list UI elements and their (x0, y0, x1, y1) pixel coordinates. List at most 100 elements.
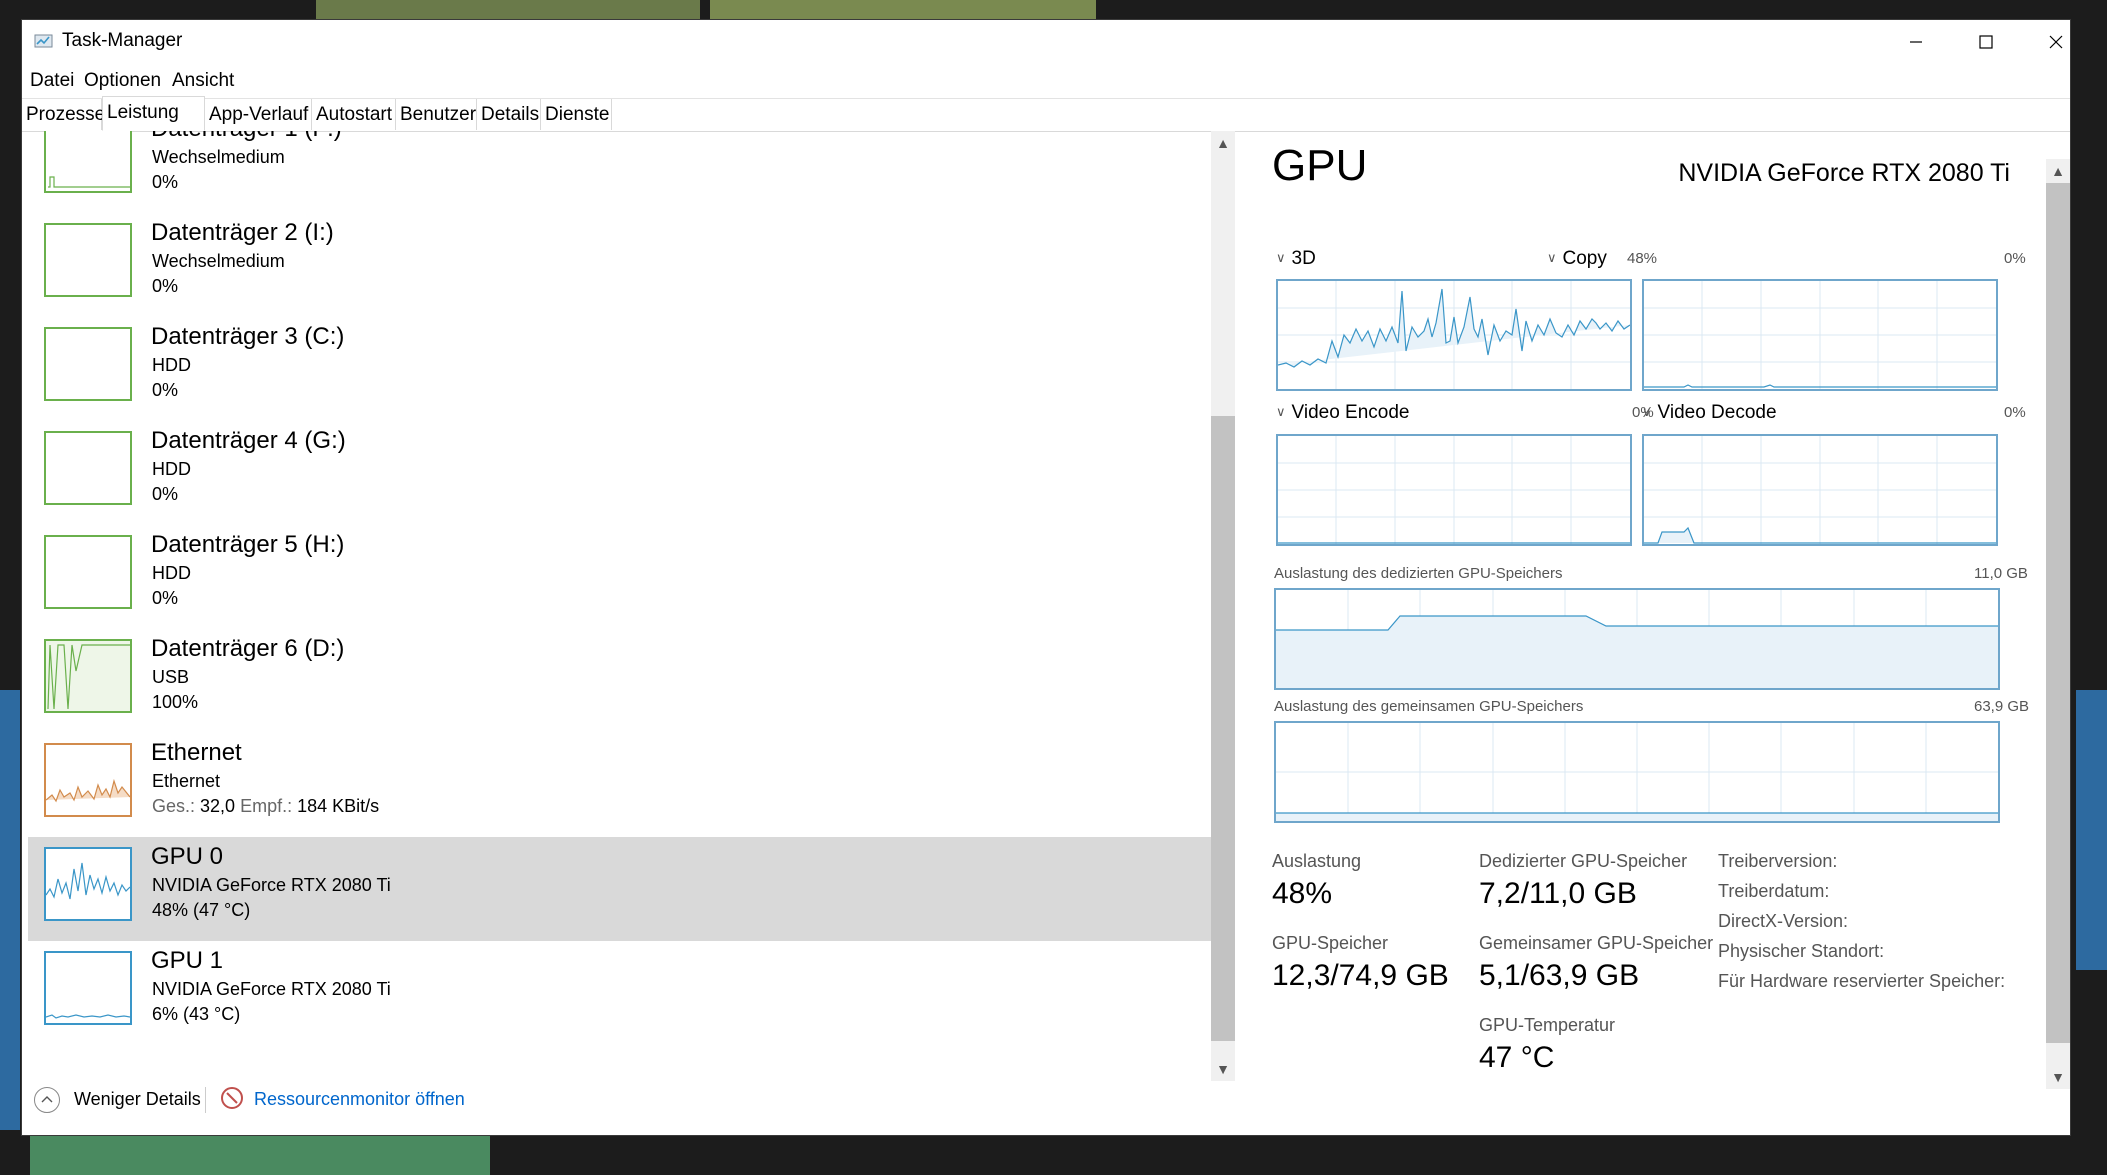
hardware-reserved-memory-label: Für Hardware reservierter Speicher: (1718, 971, 2006, 991)
engine-copy-label[interactable]: ∨ Copy (1547, 248, 1607, 270)
engine-video-encode-graph (1276, 434, 1632, 546)
dedicated-memory-graph (1274, 588, 2000, 690)
background-image-2 (710, 0, 1096, 20)
device-type: HDD (152, 563, 191, 583)
menu-datei[interactable]: Datei (30, 70, 74, 92)
gpu-temperature-value: 47 °C (1479, 1041, 1555, 1074)
close-icon (2049, 35, 2063, 49)
chevron-down-icon: ∨ (1642, 404, 1652, 419)
gpu-panel-scrollbar[interactable]: ▲ ▼ (2046, 159, 2070, 1089)
device-usage: Ges.: 32,0 Empf.: 184 KBit/s (152, 796, 379, 817)
device-disk-5[interactable]: Datenträger 5 (H:) HDD 0% (28, 525, 1212, 629)
device-name: Datenträger 3 (C:) (151, 323, 345, 350)
sent-label: Ges.: (152, 796, 196, 816)
device-gpu-0[interactable]: GPU 0 NVIDIA GeForce RTX 2080 Ti 48% (47… (28, 837, 1212, 941)
menu-ansicht[interactable]: Ansicht (172, 70, 234, 92)
device-disk-6[interactable]: Datenträger 6 (D:) USB 100% (28, 629, 1212, 733)
engine-3d-graph (1276, 279, 1632, 391)
tab-autostart[interactable]: Autostart (312, 99, 396, 130)
gpu-panel-scroll-thumb[interactable] (2046, 183, 2070, 1043)
dedicated-memory-value: 7,2/11,0 GB (1479, 877, 1637, 910)
tab-benutzer[interactable]: Benutzer (396, 99, 477, 130)
shared-memory-label: Gemeinsamer GPU-Speicher (1479, 933, 1714, 953)
tab-dienste[interactable]: Dienste (541, 99, 612, 130)
scroll-up-arrow-icon[interactable]: ▲ (1211, 131, 1235, 155)
device-name: GPU 1 (151, 947, 224, 974)
device-list-scrollbar[interactable]: ▲ ▼ (1211, 131, 1235, 1081)
fewer-details-button[interactable]: Weniger Details (74, 1089, 201, 1110)
background-timeline (30, 1135, 490, 1175)
footer-bar: Weniger Details Ressourcenmonitor öffnen (22, 1075, 1238, 1125)
dedicated-memory-label: Dedizierter GPU-Speicher (1479, 851, 1688, 871)
device-name: Datenträger 1 (F:) (151, 131, 342, 143)
gpu-temperature-label: GPU-Temperatur (1479, 1015, 1616, 1035)
footer-divider (205, 1087, 206, 1113)
background-image-1 (316, 0, 700, 20)
disk-4-thumbnail (44, 431, 132, 505)
resource-monitor-icon (221, 1087, 243, 1109)
gpu-memory-label: GPU-Speicher (1272, 933, 1389, 953)
device-name: Datenträger 4 (G:) (151, 427, 346, 454)
device-list: Datenträger 1 (F:) Wechselmedium 0% Date… (22, 131, 1238, 1081)
engine-copy-percent: 0% (2004, 250, 2026, 267)
device-disk-2[interactable]: Datenträger 2 (I:) Wechselmedium 0% (28, 213, 1212, 317)
engine-video-encode-label[interactable]: ∨ Video Encode (1276, 402, 1410, 424)
received-label: Empf.: (240, 796, 293, 816)
open-resource-monitor-link[interactable]: Ressourcenmonitor öffnen (254, 1089, 465, 1110)
window-title: Task-Manager (62, 30, 183, 51)
task-manager-window: Task-Manager Datei Optionen Ansicht Proz… (22, 20, 2070, 1135)
device-disk-4[interactable]: Datenträger 4 (G:) HDD 0% (28, 421, 1212, 525)
engine-video-decode-label[interactable]: ∨ Video Decode (1642, 402, 1777, 424)
tab-bar: Prozesse Leistung App-Verlauf Autostart … (22, 96, 2070, 132)
device-disk-1[interactable]: Datenträger 1 (F:) Wechselmedium 0% (28, 131, 1212, 213)
title-bar[interactable]: Task-Manager (22, 20, 2070, 66)
tab-leistung[interactable]: Leistung (102, 96, 205, 131)
device-ethernet[interactable]: Ethernet Ethernet Ges.: 32,0 Empf.: 184 … (28, 733, 1212, 837)
device-type: NVIDIA GeForce RTX 2080 Ti (152, 875, 391, 895)
utilization-value: 48% (1272, 877, 1333, 910)
disk-3-thumbnail (44, 327, 132, 401)
shared-memory-graph (1274, 721, 2000, 823)
driver-date-label: Treiberdatum: (1718, 881, 1830, 901)
collapse-chevron-icon[interactable] (34, 1087, 60, 1113)
disk-6-thumbnail (44, 639, 132, 713)
chevron-down-icon: ∨ (1276, 250, 1286, 265)
maximize-button[interactable] (1952, 20, 2020, 64)
engine-3d-label[interactable]: ∨ 3D (1276, 248, 1316, 270)
driver-version-label: Treiberversion: (1718, 851, 1838, 871)
device-gpu-1[interactable]: GPU 1 NVIDIA GeForce RTX 2080 Ti 6% (43 … (28, 941, 1212, 1045)
device-type: Wechselmedium (152, 251, 285, 271)
device-usage: 0% (152, 588, 179, 608)
engine-video-decode-name: Video Decode (1657, 402, 1777, 423)
gpu-1-thumbnail (44, 951, 132, 1025)
scroll-down-arrow-icon[interactable]: ▼ (2046, 1065, 2070, 1089)
chevron-down-icon: ∨ (1547, 250, 1557, 265)
minimize-button[interactable] (1882, 20, 1950, 64)
device-type: Wechselmedium (152, 147, 285, 167)
device-name: Datenträger 2 (I:) (151, 219, 334, 246)
close-button[interactable] (2022, 20, 2090, 64)
scroll-up-arrow-icon[interactable]: ▲ (2046, 159, 2070, 183)
tab-prozesse[interactable]: Prozesse (22, 99, 105, 130)
menu-optionen[interactable]: Optionen (84, 70, 161, 92)
device-list-scroll-thumb[interactable] (1211, 416, 1235, 1041)
background-track-right (2076, 690, 2107, 970)
background-track-left (0, 690, 20, 1130)
device-name: Datenträger 6 (D:) (151, 635, 345, 662)
device-type: Ethernet (152, 771, 221, 791)
tab-app-verlauf[interactable]: App-Verlauf (205, 99, 312, 130)
dedicated-memory-graph-label: Auslastung des dedizierten GPU-Speichers (1274, 565, 1563, 582)
device-usage: 6% (43 °C) (152, 1004, 241, 1024)
utilization-label: Auslastung (1272, 851, 1362, 871)
device-name: Ethernet (151, 739, 242, 766)
shared-memory-max: 63,9 GB (1974, 698, 2030, 715)
device-usage: 0% (152, 484, 179, 504)
dedicated-memory-max: 11,0 GB (1974, 565, 2028, 582)
directx-version-label: DirectX-Version: (1718, 911, 1849, 931)
device-disk-3[interactable]: Datenträger 3 (C:) HDD 0% (28, 317, 1212, 421)
tab-details[interactable]: Details (477, 99, 541, 130)
device-type: HDD (152, 459, 191, 479)
engine-video-decode-graph (1642, 434, 1998, 546)
device-type: NVIDIA GeForce RTX 2080 Ti (152, 979, 391, 999)
engine-copy-name: Copy (1562, 248, 1607, 269)
